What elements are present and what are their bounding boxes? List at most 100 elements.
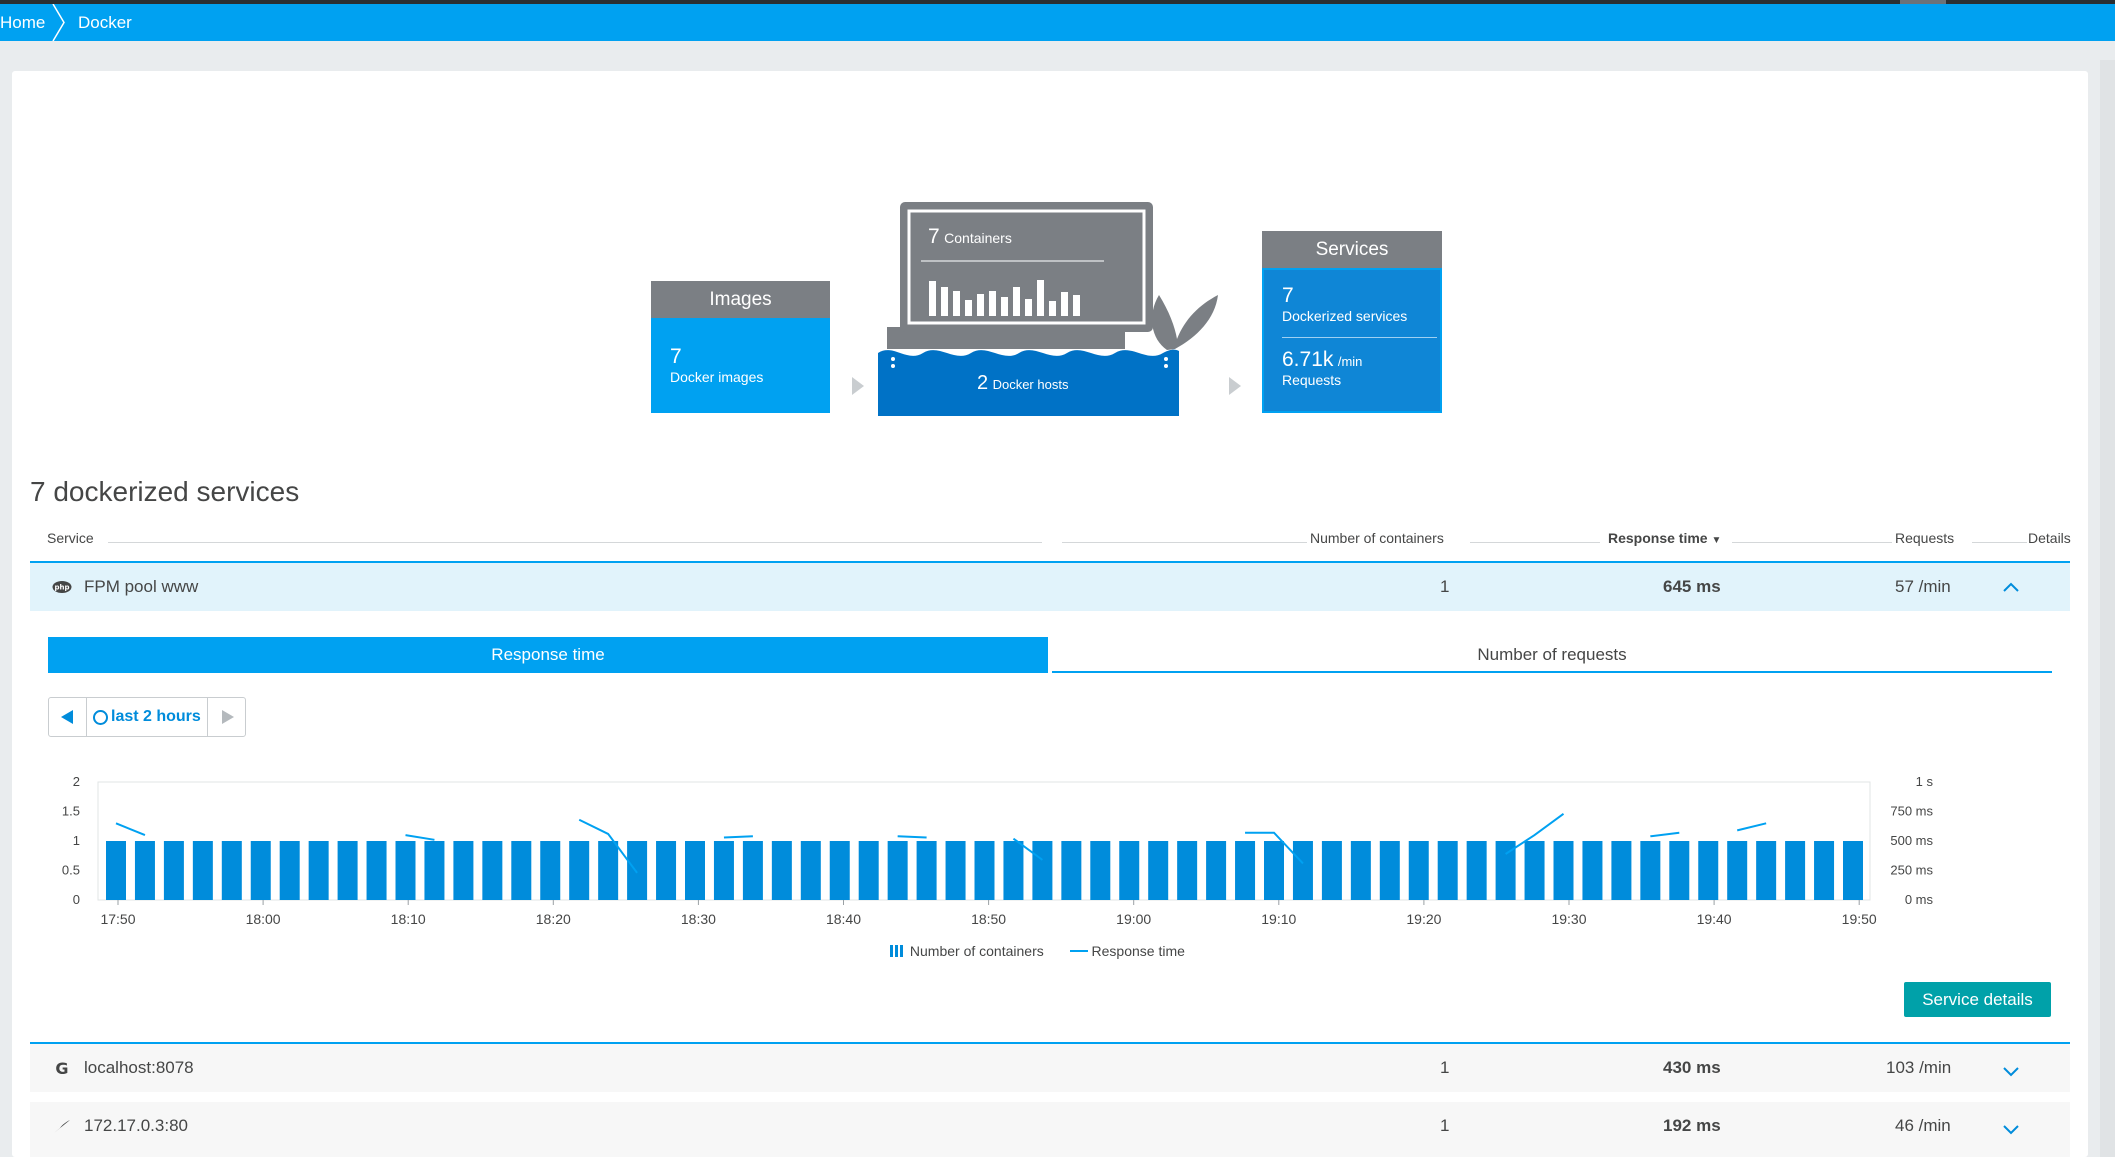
sort-desc-icon: ▼ <box>1711 535 1722 546</box>
docker-hosts-count: 2 <box>977 372 989 394</box>
docker-hosts-label[interactable]: 2 Docker hosts <box>977 372 1068 395</box>
chart-bar <box>1379 841 1400 900</box>
containers-count-label[interactable]: 7 Containers <box>928 225 1012 249</box>
requests-value: 6.71k <box>1282 348 1334 371</box>
php-icon: php <box>52 581 72 593</box>
bar-chart-icon <box>890 945 906 957</box>
tab-response-time[interactable]: Response time <box>48 637 1048 673</box>
services-box[interactable]: 7 Dockerized services 6.71k /min Request… <box>1262 268 1442 413</box>
breadcrumb-docker[interactable]: Docker <box>78 4 132 41</box>
header-service[interactable]: Service <box>47 530 94 546</box>
chart-bar <box>424 841 445 900</box>
container-count: 1 <box>1440 1116 1450 1135</box>
chart-bar <box>279 841 300 900</box>
chart-bar <box>1524 841 1545 900</box>
header-requests[interactable]: Requests <box>1895 530 1954 546</box>
services-divider <box>1282 337 1437 338</box>
response-time-line <box>1650 831 1680 838</box>
service-name[interactable]: FPM pool www <box>84 563 198 611</box>
chart-bar <box>106 841 126 900</box>
chart-bar <box>366 841 387 900</box>
google-icon: G <box>55 1060 68 1076</box>
x-axis-tick-label: 18:50 <box>971 911 1006 927</box>
chart-bar <box>1090 841 1111 900</box>
y-axis-right-tick-label: 1 s <box>1916 774 1934 789</box>
flow-arrow-icon <box>852 377 864 395</box>
legend-response-time[interactable]: Response time <box>1092 943 1185 959</box>
chart-bar <box>1119 841 1140 900</box>
requests-label: Requests <box>1282 372 1342 388</box>
chart-bar <box>887 841 908 900</box>
vertical-scrollbar[interactable] <box>2100 60 2115 1157</box>
chart-bar <box>569 841 590 900</box>
flow-arrow-icon <box>1229 377 1241 395</box>
chart-bar <box>713 841 734 900</box>
response-time-line <box>1736 822 1767 832</box>
timeframe-label[interactable]: last 2 hours <box>89 698 201 736</box>
response-time: 645 ms <box>1663 577 1721 596</box>
chart-bar <box>1292 841 1313 900</box>
images-box[interactable]: 7 Docker images <box>651 318 830 413</box>
header-divider <box>108 542 1042 543</box>
service-name[interactable]: localhost:8078 <box>84 1044 194 1092</box>
chart-bar <box>742 841 763 900</box>
containers-label: Containers <box>944 230 1012 246</box>
caret-right-icon <box>222 710 234 724</box>
x-axis-tick-label: 18:30 <box>681 911 716 927</box>
services-box-header[interactable]: Services <box>1262 231 1442 268</box>
tab-number-of-requests[interactable]: Number of requests <box>1052 637 2052 673</box>
y-axis-left-tick-label: 2 <box>73 774 80 789</box>
timeframe-next-button[interactable] <box>207 698 245 736</box>
timeframe-prev-button[interactable] <box>49 698 87 736</box>
chart-bar <box>598 841 619 900</box>
x-axis-tick-label: 19:50 <box>1842 911 1877 927</box>
container-count: 1 <box>1440 1058 1450 1077</box>
y-axis-right-tick-label: 500 ms <box>1890 833 1933 848</box>
images-box-header[interactable]: Images <box>651 281 830 318</box>
chart-bar <box>945 841 966 900</box>
section-title: 7 dockerized services <box>30 476 300 507</box>
chart-bar <box>1003 841 1024 900</box>
breadcrumb-home[interactable]: Home <box>0 4 56 41</box>
svg-text:php: php <box>54 584 69 592</box>
images-count: 7 <box>670 345 682 368</box>
x-axis-tick-label: 19:30 <box>1551 911 1586 927</box>
chevron-down-icon[interactable] <box>2002 1066 2020 1078</box>
header-containers[interactable]: Number of containers <box>1310 530 1444 546</box>
table-row[interactable]: php FPM pool www 1 645 ms 57 /min <box>30 561 2070 611</box>
container-count: 1 <box>1440 577 1450 596</box>
svg-text:G: G <box>55 1060 68 1076</box>
chevron-down-icon[interactable] <box>2002 1124 2020 1136</box>
top-scroll-indicator <box>1900 0 1946 4</box>
chart-bar <box>1321 841 1342 900</box>
x-axis-tick-label: 19:00 <box>1116 911 1151 927</box>
legend-containers[interactable]: Number of containers <box>910 943 1044 959</box>
service-details-button[interactable]: Service details <box>1904 982 2051 1017</box>
x-axis-tick-label: 17:50 <box>100 911 135 927</box>
images-label: Docker images <box>670 369 764 385</box>
request-rate: 103 /min <box>1886 1058 1952 1077</box>
header-response-time[interactable]: Response time ▼ <box>1608 530 1721 546</box>
y-axis-right-tick-label: 750 ms <box>1890 804 1933 819</box>
chart-bar <box>395 841 416 900</box>
x-axis-tick-label: 19:20 <box>1406 911 1441 927</box>
chart-bar <box>858 841 879 900</box>
table-row[interactable]: 172.17.0.3:80 1 192 ms 46 /min <box>30 1102 2070 1157</box>
timeframe-selector: last 2 hours <box>48 697 246 737</box>
chevron-up-icon[interactable] <box>2002 581 2020 593</box>
requests-unit: /min <box>1337 354 1363 369</box>
chart-bar <box>134 841 155 900</box>
chart-bar <box>771 841 792 900</box>
x-axis-tick-label: 18:40 <box>826 911 861 927</box>
table-row[interactable]: G localhost:8078 1 430 ms 103 /min <box>30 1042 2070 1092</box>
x-axis-tick-label: 18:10 <box>391 911 426 927</box>
y-axis-right-tick-label: 0 ms <box>1905 892 1934 907</box>
service-name[interactable]: 172.17.0.3:80 <box>84 1102 188 1150</box>
chart-bar <box>1814 841 1835 900</box>
chart-bar <box>1148 841 1169 900</box>
services-label: Dockerized services <box>1282 308 1408 324</box>
chart-bar <box>1235 841 1256 900</box>
chart-bar <box>685 841 705 900</box>
chart-bar <box>1032 841 1053 900</box>
chart-legend: Number of containers Response time <box>890 943 1185 959</box>
